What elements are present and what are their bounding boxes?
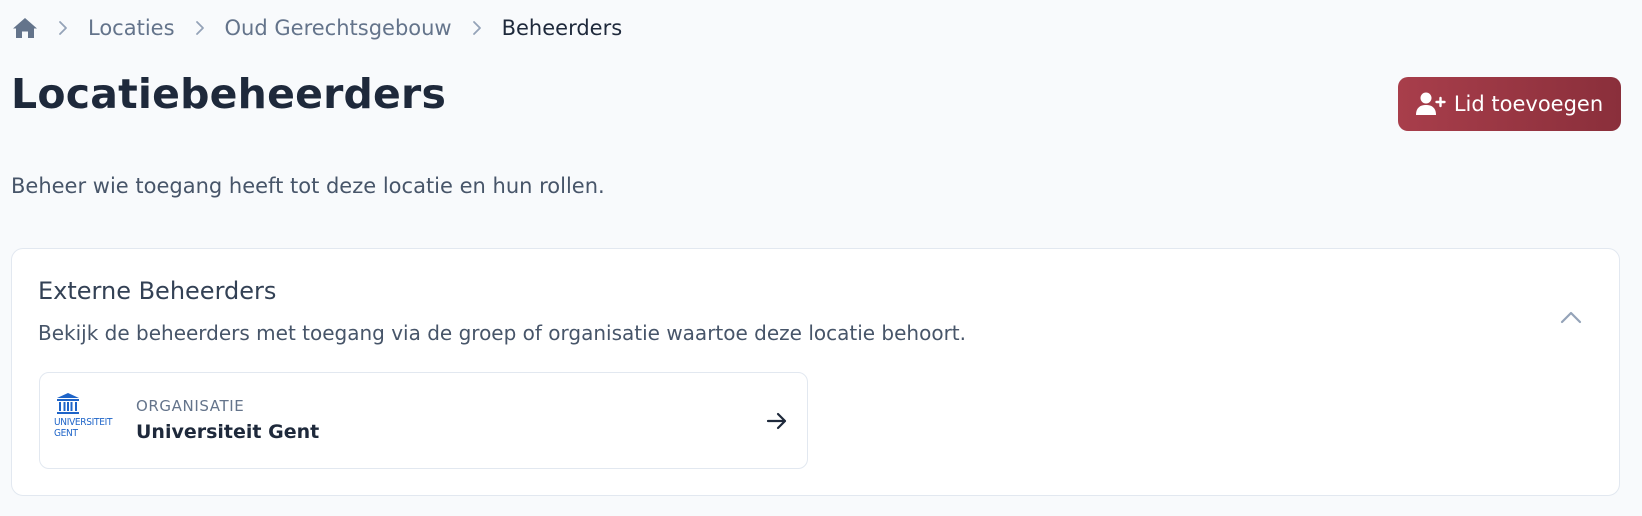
building-icon bbox=[57, 393, 79, 414]
user-plus-icon bbox=[1415, 91, 1446, 117]
organization-link[interactable]: UNIVERSITEIT GENT ORGANISATIE Universite… bbox=[39, 372, 808, 469]
home-icon[interactable] bbox=[12, 15, 38, 41]
add-member-button[interactable]: Lid toevoegen bbox=[1398, 77, 1621, 131]
breadcrumb-item-oud-gerechtsgebouw[interactable]: Oud Gerechtsgebouw bbox=[225, 16, 452, 40]
chevron-right-icon bbox=[53, 18, 73, 38]
page-subtitle: Beheer wie toegang heeft tot deze locati… bbox=[11, 174, 605, 198]
logo-text: UNIVERSITEIT GENT bbox=[54, 417, 113, 439]
card-description: Bekijk de beheerders met toegang via de … bbox=[38, 321, 966, 345]
chevron-up-icon[interactable] bbox=[1557, 303, 1585, 331]
organization-name: Universiteit Gent bbox=[136, 421, 320, 443]
organization-type-label: ORGANISATIE bbox=[136, 397, 245, 415]
card-title: Externe Beheerders bbox=[38, 277, 277, 305]
breadcrumb-item-locaties[interactable]: Locaties bbox=[88, 16, 175, 40]
chevron-right-icon bbox=[190, 18, 210, 38]
external-admins-card: Externe Beheerders Bekijk de beheerders … bbox=[11, 248, 1620, 496]
university-logo: UNIVERSITEIT GENT bbox=[54, 393, 122, 451]
arrow-right-icon bbox=[765, 409, 789, 433]
page-title: Locatiebeheerders bbox=[11, 70, 447, 118]
breadcrumb: Locaties Oud Gerechtsgebouw Beheerders bbox=[12, 12, 622, 44]
chevron-right-icon bbox=[467, 18, 487, 38]
add-member-button-label: Lid toevoegen bbox=[1453, 92, 1604, 116]
breadcrumb-item-beheerders: Beheerders bbox=[501, 16, 623, 40]
